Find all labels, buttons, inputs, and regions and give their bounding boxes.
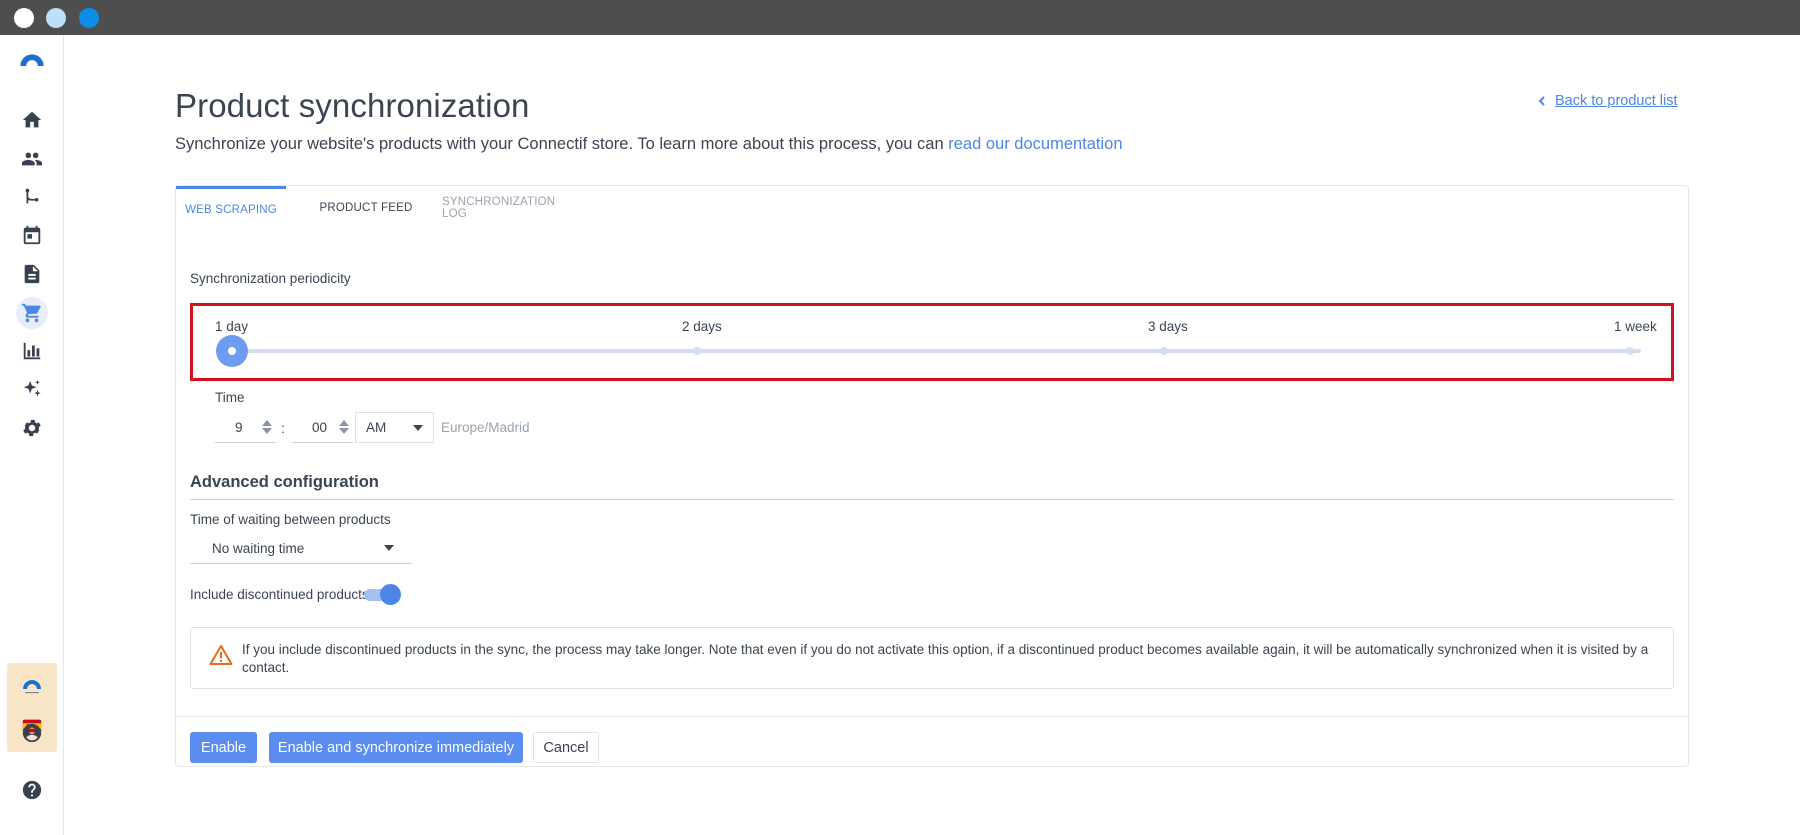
hour-stepper[interactable]: 9 bbox=[215, 412, 276, 443]
sidebar bbox=[0, 35, 64, 835]
window-close-button[interactable] bbox=[14, 8, 34, 28]
account-icon bbox=[22, 723, 42, 743]
sidebar-item-settings[interactable] bbox=[16, 412, 48, 444]
documentation-link[interactable]: read our documentation bbox=[948, 135, 1122, 153]
sidebar-item-products[interactable] bbox=[16, 297, 48, 329]
help-icon bbox=[22, 780, 42, 800]
arrow-down-icon[interactable] bbox=[339, 428, 349, 434]
timezone-label: Europe/Madrid bbox=[441, 420, 530, 435]
chart-icon bbox=[23, 342, 41, 360]
time-picker: 9 : 00 AM Europe/Madrid bbox=[215, 412, 530, 443]
waiting-time-select[interactable]: No waiting time bbox=[190, 533, 412, 564]
waiting-time-label: Time of waiting between products bbox=[190, 512, 391, 527]
slider-thumb-dot bbox=[228, 347, 236, 355]
discontinued-warning: If you include discontinued products in … bbox=[190, 627, 1674, 689]
sidebar-item-help[interactable] bbox=[16, 774, 48, 806]
waiting-time-value: No waiting time bbox=[212, 540, 305, 556]
page-title: Product synchronization bbox=[175, 87, 530, 124]
tab-product-feed[interactable]: PRODUCT FEED bbox=[314, 186, 418, 230]
sidebar-item-reports[interactable] bbox=[16, 335, 48, 367]
slider-track[interactable] bbox=[223, 349, 1641, 353]
main-content: Product synchronization Synchronize your… bbox=[64, 35, 1800, 835]
arrow-down-icon[interactable] bbox=[262, 428, 272, 434]
discontinued-label: Include discontinued products bbox=[190, 587, 369, 602]
chevron-left-icon bbox=[1538, 96, 1545, 106]
slider-option-3-days[interactable]: 3 days bbox=[1148, 319, 1188, 334]
logo-icon bbox=[20, 54, 44, 66]
calendar-icon bbox=[23, 225, 41, 245]
footer-divider bbox=[176, 716, 1688, 717]
page-subtitle: Synchronize your website's products with… bbox=[175, 135, 1123, 154]
back-link-label: Back to product list bbox=[1555, 93, 1678, 109]
back-to-product-list-link[interactable]: Back to product list bbox=[1537, 93, 1678, 109]
gear-icon bbox=[23, 419, 41, 437]
warning-text: If you include discontinued products in … bbox=[242, 642, 1649, 675]
minute-stepper[interactable]: 00 bbox=[292, 412, 353, 443]
window-titlebar bbox=[0, 0, 1800, 35]
tab-synchronization-log[interactable]: SYNCHRONIZATION LOG bbox=[442, 186, 582, 230]
discontinued-toggle[interactable] bbox=[364, 584, 401, 605]
ampm-value: AM bbox=[366, 420, 387, 435]
slider-option-1-day[interactable]: 1 day bbox=[215, 319, 248, 334]
sidebar-item-ai[interactable] bbox=[16, 373, 48, 405]
caret-down-icon bbox=[384, 545, 394, 551]
slider-option-1-week[interactable]: 1 week bbox=[1614, 319, 1657, 334]
contacts-icon bbox=[21, 152, 43, 166]
slider-tick[interactable] bbox=[1626, 347, 1634, 355]
hour-value: 9 bbox=[235, 419, 243, 435]
divider bbox=[190, 499, 1674, 500]
workflow-icon bbox=[25, 188, 39, 204]
sidebar-item-account[interactable] bbox=[16, 717, 48, 749]
arrow-up-icon[interactable] bbox=[262, 420, 272, 426]
advanced-config-title: Advanced configuration bbox=[190, 473, 379, 491]
time-label: Time bbox=[215, 390, 245, 405]
store-logo-icon bbox=[23, 680, 41, 694]
window-maximize-button[interactable] bbox=[79, 8, 99, 28]
ampm-select[interactable]: AM bbox=[355, 412, 434, 443]
minute-value: 00 bbox=[312, 419, 328, 435]
sidebar-item-contacts[interactable] bbox=[16, 143, 48, 175]
warning-icon bbox=[209, 645, 233, 665]
sidebar-logo[interactable] bbox=[16, 43, 48, 75]
enable-and-sync-button[interactable]: Enable and synchronize immediately bbox=[269, 732, 523, 763]
minute-spinner[interactable] bbox=[339, 420, 349, 434]
sidebar-item-home[interactable] bbox=[16, 104, 48, 136]
sidebar-item-workflows[interactable] bbox=[16, 181, 48, 213]
sidebar-item-documents[interactable] bbox=[16, 258, 48, 290]
sidebar-item-calendar[interactable] bbox=[16, 219, 48, 251]
tab-web-scraping[interactable]: WEB SCRAPING bbox=[176, 186, 286, 230]
document-icon bbox=[24, 264, 40, 284]
enable-button[interactable]: Enable bbox=[190, 732, 257, 763]
slider-thumb[interactable] bbox=[216, 335, 248, 367]
cart-icon bbox=[21, 303, 41, 323]
toggle-knob[interactable] bbox=[380, 584, 401, 605]
slider-tick[interactable] bbox=[693, 347, 701, 355]
periodicity-label: Synchronization periodicity bbox=[190, 271, 351, 286]
caret-down-icon bbox=[413, 424, 423, 431]
slider-tick[interactable] bbox=[1160, 347, 1168, 355]
periodicity-slider[interactable]: 1 day 2 days 3 days 1 week bbox=[190, 303, 1674, 381]
page-subtitle-text: Synchronize your website's products with… bbox=[175, 135, 944, 153]
window-minimize-button[interactable] bbox=[46, 8, 66, 28]
slider-option-2-days[interactable]: 2 days bbox=[682, 319, 722, 334]
hour-spinner[interactable] bbox=[262, 420, 272, 434]
cancel-button[interactable]: Cancel bbox=[533, 732, 599, 763]
home-icon bbox=[22, 111, 42, 128]
arrow-up-icon[interactable] bbox=[339, 420, 349, 426]
sync-settings-card: WEB SCRAPING PRODUCT FEED SYNCHRONIZATIO… bbox=[175, 185, 1689, 767]
sparkle-icon bbox=[23, 379, 41, 397]
